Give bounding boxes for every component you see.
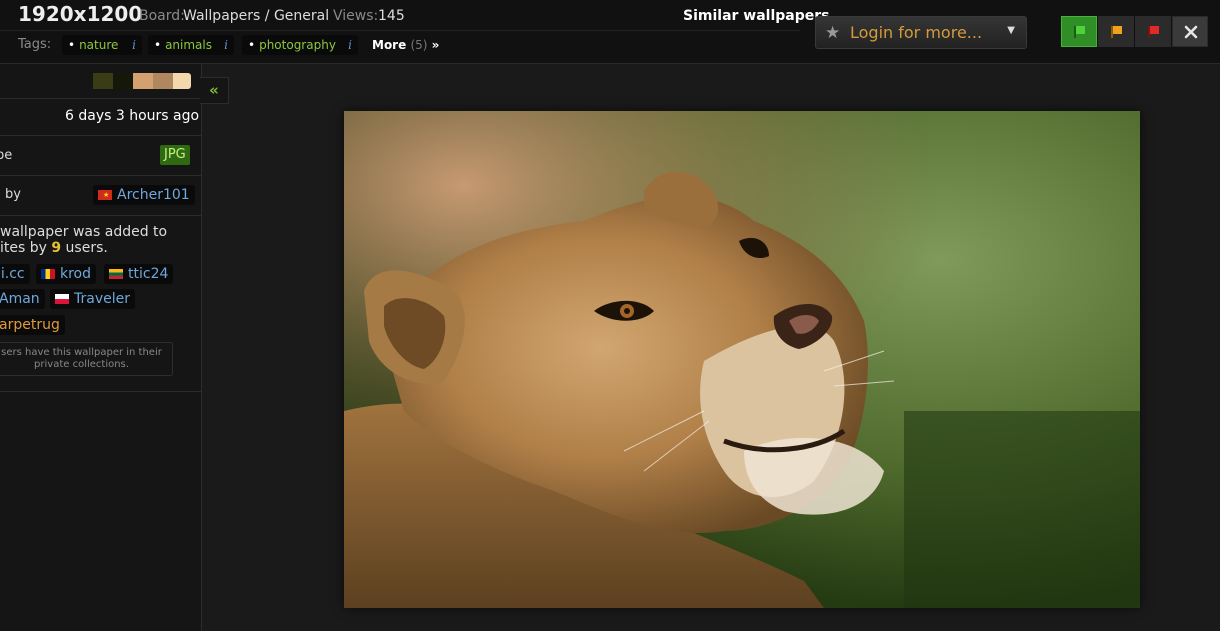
flag-vn-icon: ★ xyxy=(98,190,112,200)
more-label: More xyxy=(372,38,407,52)
info-icon[interactable]: i xyxy=(224,35,228,55)
login-label: Login for more... xyxy=(850,23,983,42)
info-icon[interactable]: i xyxy=(348,35,352,55)
close-button[interactable] xyxy=(1172,16,1208,47)
double-chevron-right-icon: » xyxy=(431,38,440,52)
divider xyxy=(0,175,201,176)
views-count: 145 xyxy=(378,8,405,24)
tag-nature[interactable]: • nature i xyxy=(62,35,142,55)
tags-label: Tags: xyxy=(18,37,52,52)
more-tags-link[interactable]: More (5) » xyxy=(372,38,439,52)
color-swatch[interactable] xyxy=(113,73,133,89)
color-swatch[interactable] xyxy=(133,73,153,89)
fav-user[interactable]: Aman xyxy=(0,289,45,309)
more-count: (5) xyxy=(410,38,428,52)
private-note-line: private collections. xyxy=(34,359,129,370)
purity-nsfw-button[interactable] xyxy=(1135,16,1171,47)
info-icon[interactable]: i xyxy=(132,35,136,55)
flag-icon xyxy=(1148,26,1159,38)
caret-down-icon: ▼ xyxy=(1007,25,1015,36)
tag-photography[interactable]: • photography i xyxy=(242,35,358,55)
favorites-count: 9 xyxy=(51,240,62,256)
flag-pl-icon xyxy=(55,294,69,304)
divider xyxy=(0,391,201,392)
fav-user[interactable]: Traveler xyxy=(50,289,135,309)
fav-user-name[interactable]: Aman xyxy=(0,291,40,307)
favorites-summary: wallpaper was added to ites by 9 users. xyxy=(0,224,167,256)
favorites-line: users. xyxy=(61,240,108,256)
tag-label[interactable]: photography xyxy=(259,38,336,52)
type-label: pe xyxy=(0,148,13,163)
tag-label[interactable]: nature xyxy=(79,38,118,52)
fav-user-name[interactable]: ttic24 xyxy=(128,266,168,282)
similar-wallpapers-link[interactable]: Similar wallpapers xyxy=(683,8,830,24)
collapse-sidebar-button[interactable]: « xyxy=(200,77,229,104)
color-swatch[interactable] xyxy=(93,73,113,89)
purity-sfw-button[interactable] xyxy=(1061,16,1097,47)
board-label: Board: xyxy=(139,8,185,24)
divider xyxy=(0,135,201,136)
tag-animals[interactable]: • animals i xyxy=(148,35,234,55)
divider xyxy=(0,98,201,99)
star-icon: ★ xyxy=(825,23,841,43)
bullet-icon: • xyxy=(248,38,256,52)
views-label: Views: xyxy=(333,8,379,24)
close-icon xyxy=(1184,25,1198,39)
fav-user-name[interactable]: krod xyxy=(60,266,91,282)
bullet-icon: • xyxy=(154,38,162,52)
fav-user-name[interactable]: li.cc xyxy=(0,266,25,282)
private-note-line: sers have this wallpaper in their xyxy=(1,347,162,358)
private-collections-note: sers have this wallpaper in their privat… xyxy=(0,342,173,376)
fav-user-name[interactable]: Traveler xyxy=(74,291,130,307)
bullet-icon: • xyxy=(68,38,76,52)
added-time: 6 days 3 hours ago xyxy=(65,108,200,124)
flag-icon xyxy=(1111,26,1122,38)
fav-user[interactable]: ttic24 xyxy=(104,264,174,284)
uploader-name[interactable]: Archer101 xyxy=(117,187,190,203)
color-swatch[interactable] xyxy=(153,73,173,89)
favorites-line: wallpaper was added to xyxy=(0,224,168,240)
divider xyxy=(0,215,201,216)
board-link[interactable]: Wallpapers / General xyxy=(183,8,329,24)
wallpaper-image[interactable] xyxy=(344,111,1140,608)
tag-label[interactable]: animals xyxy=(165,38,212,52)
flag-lt-icon xyxy=(109,269,123,279)
resolution-title: 1920x1200 xyxy=(18,2,143,26)
fav-user-name[interactable]: arpetrug xyxy=(0,317,60,333)
uploader-user[interactable]: ★ Archer101 xyxy=(93,185,195,205)
divider xyxy=(0,30,800,31)
flag-ro-icon xyxy=(41,269,55,279)
fav-user[interactable]: krod xyxy=(36,264,97,284)
flag-icon xyxy=(1074,26,1085,38)
favorites-line: ites by xyxy=(0,240,52,256)
color-swatch[interactable] xyxy=(173,73,191,89)
uploader-label: by xyxy=(5,187,21,202)
login-button[interactable]: ★ Login for more... ▼ xyxy=(815,16,1027,49)
sidebar: 6 days 3 hours ago pe JPG by ★Archer101 … xyxy=(0,64,202,631)
purity-sketchy-button[interactable] xyxy=(1098,16,1134,47)
file-type-badge: JPG xyxy=(160,145,190,165)
top-bar: 1920x1200 Board: Wallpapers / General Vi… xyxy=(0,0,1220,64)
fav-user[interactable]: arpetrug xyxy=(0,315,65,335)
fav-user[interactable]: li.cc xyxy=(0,264,30,284)
